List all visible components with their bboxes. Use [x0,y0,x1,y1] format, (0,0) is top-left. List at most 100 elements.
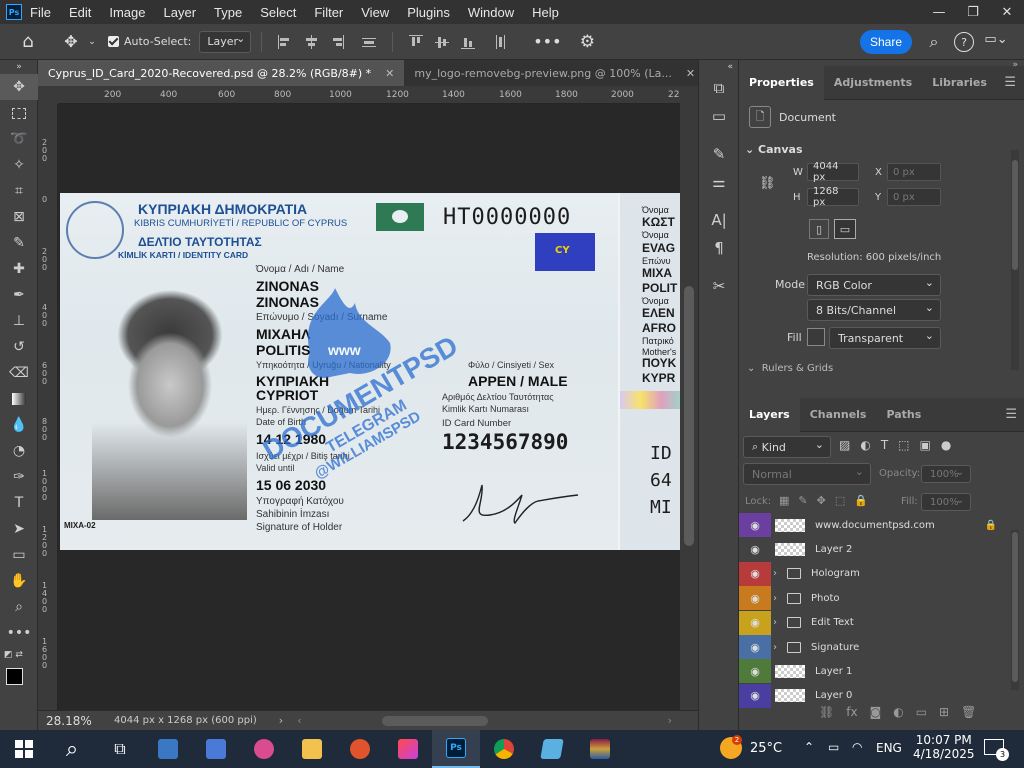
canvas-x-field[interactable]: 0 px [887,163,941,181]
task-view-icon[interactable]: ⧉ [96,730,144,768]
visibility-eye-icon[interactable]: ◉ [739,635,771,659]
more-options-icon[interactable]: ••• [527,32,567,51]
edit-toolbar-icon[interactable]: ••• [0,620,38,646]
ruler-corner[interactable] [38,86,58,104]
layer-name[interactable]: Layer 0 [815,690,852,701]
horizontal-scroll-thumb[interactable] [382,716,488,726]
canvas-width-field[interactable]: 4044 px [807,161,859,183]
layer-fill-field[interactable]: 100% [921,493,971,511]
brush-tool-icon[interactable]: ✒ [0,282,38,308]
zoom-level[interactable]: 28.18% [46,714,104,728]
layer-row[interactable]: ◉ › Edit Text [739,610,1007,635]
collapse-panels-icon[interactable]: « [699,60,739,74]
gradient-tool-icon[interactable] [0,386,38,412]
layer-row[interactable]: ◉ › Photo [739,586,1007,611]
network-icon[interactable]: ▭ [828,740,839,754]
horizontal-ruler[interactable]: 200 400 600 800 1000 1200 1400 1600 1800… [58,86,680,104]
canvas-height-field[interactable]: 1268 px [807,186,859,208]
menu-file[interactable]: File [30,5,51,20]
delete-layer-icon[interactable]: 🗑 [961,705,976,719]
menu-edit[interactable]: Edit [69,5,91,20]
history-brush-icon[interactable]: ↺ [0,334,38,360]
distribute-vertical-icon[interactable] [362,35,377,49]
minimize-icon[interactable]: — [922,0,956,24]
portrait-orientation-icon[interactable]: ▯ [809,219,829,239]
frame-tool-icon[interactable]: ⊠ [0,204,38,230]
path-selection-icon[interactable]: ➤ [0,516,38,542]
layer-row[interactable]: ◉ www.documentpsd.com 🔒 [739,513,1007,537]
eraser-icon[interactable]: ⌫ [0,360,38,386]
language-indicator[interactable]: ENG [876,741,902,755]
file-explorer-icon[interactable] [288,730,336,768]
search-icon[interactable]: ⌕ [924,32,944,52]
visibility-eye-icon[interactable]: ◉ [739,513,771,537]
remote-desktop-icon[interactable] [144,730,192,768]
chevron-down-icon[interactable]: ⌄ [86,37,98,47]
tab-properties[interactable]: Properties [739,65,824,100]
canvas-y-field[interactable]: 0 px [887,188,941,206]
winrar-icon[interactable] [576,730,624,768]
windows-start-icon[interactable] [0,730,48,768]
brush-settings-icon[interactable]: ✎ [699,140,739,168]
photoshop-taskbar-icon[interactable]: Ps [432,730,480,768]
magic-wand-icon[interactable]: ✧ [0,152,38,178]
color-mode-dropdown[interactable]: RGB Color [807,274,941,296]
auto-select-checkbox[interactable]: Auto-Select: [108,35,191,48]
canvas-vertical-scrollbar[interactable] [680,86,698,710]
close-icon[interactable]: ✕ [990,0,1024,24]
menu-type[interactable]: Type [214,5,242,20]
foreground-color-icon[interactable] [6,668,23,685]
character-panel-icon[interactable]: A| [699,206,739,234]
adjustments-icon[interactable]: ⚌ [699,168,739,196]
close-tab-icon[interactable]: ✕ [686,67,695,80]
scroll-left-icon[interactable]: ‹ [297,714,301,727]
layer-name[interactable]: www.documentpsd.com [815,520,935,531]
landscape-orientation-icon[interactable]: ▭ [834,219,856,239]
dodge-tool-icon[interactable]: ◔ [0,438,38,464]
align-bottom-edges-icon[interactable] [461,35,476,49]
help-icon[interactable]: ? [954,32,974,52]
type-filter-icon[interactable]: T [881,438,888,452]
adjustment-filter-icon[interactable]: ◐ [860,438,870,452]
paragraph-panel-icon[interactable]: ¶ [699,234,739,262]
canvas-area[interactable]: ΚΥΠΡΙΑΚΗ ΔΗΜΟΚΡΑΤΙΑ KIBRIS CUMHURİYETİ /… [58,104,680,710]
menu-help[interactable]: Help [532,5,559,20]
link-layers-icon[interactable]: ⛓ [819,705,834,719]
menu-layer[interactable]: Layer [164,5,197,20]
smart-object-filter-icon[interactable]: ▣ [920,438,931,452]
crop-tool-icon[interactable]: ⌗ [0,178,38,204]
properties-scrollbar[interactable] [1011,150,1019,370]
fill-dropdown[interactable]: Transparent [829,327,941,349]
healing-brush-icon[interactable]: ✚ [0,256,38,282]
layer-name[interactable]: Layer 2 [815,544,852,555]
lock-artboard-icon[interactable]: ⬚ [835,494,845,507]
align-horizontal-centers-icon[interactable] [304,34,318,49]
link-dimensions-icon[interactable]: ⛓ [759,176,776,191]
visibility-eye-icon[interactable]: ◉ [739,537,771,562]
workspace-switcher-icon[interactable]: ▭⌄ [982,32,1010,47]
show-hidden-icons[interactable]: ⌃ [804,740,814,754]
canvas-section-header[interactable]: ⌄ Canvas [745,143,803,156]
scroll-right-icon[interactable]: › [668,714,672,727]
align-right-edges-icon[interactable] [330,34,345,49]
visibility-eye-icon[interactable]: ◉ [739,561,771,586]
align-top-edges-icon[interactable] [409,34,424,49]
blur-tool-icon[interactable]: 💧 [0,412,38,438]
id-card-document[interactable]: ΚΥΠΡΙΑΚΗ ΔΗΜΟΚΡΑΤΙΑ KIBRIS CUMHURİYETİ /… [60,193,680,550]
scroll-thumb[interactable] [684,286,694,546]
new-adjustment-icon[interactable]: ◐ [893,705,903,719]
visibility-eye-icon[interactable]: ◉ [739,610,771,635]
layer-filter-kind-dropdown[interactable]: ⌕ Kind [743,436,831,458]
fill-color-swatch[interactable] [807,328,825,346]
eyedropper-icon[interactable]: ✎ [0,230,38,256]
move-tool-icon[interactable]: ✥ [0,74,38,100]
tab-adjustments[interactable]: Adjustments [824,66,922,100]
layer-name[interactable]: Edit Text [811,617,854,628]
screen-recorder-icon[interactable] [336,730,384,768]
lasso-tool-icon[interactable]: ➰ [0,126,38,152]
layers-panel-menu-icon[interactable]: ☰ [1005,407,1017,422]
share-button[interactable]: Share [860,30,912,54]
lock-position-icon[interactable]: ✥ [817,494,826,507]
checkbox-checked-icon[interactable] [108,36,119,47]
visibility-eye-icon[interactable]: ◉ [739,659,771,684]
